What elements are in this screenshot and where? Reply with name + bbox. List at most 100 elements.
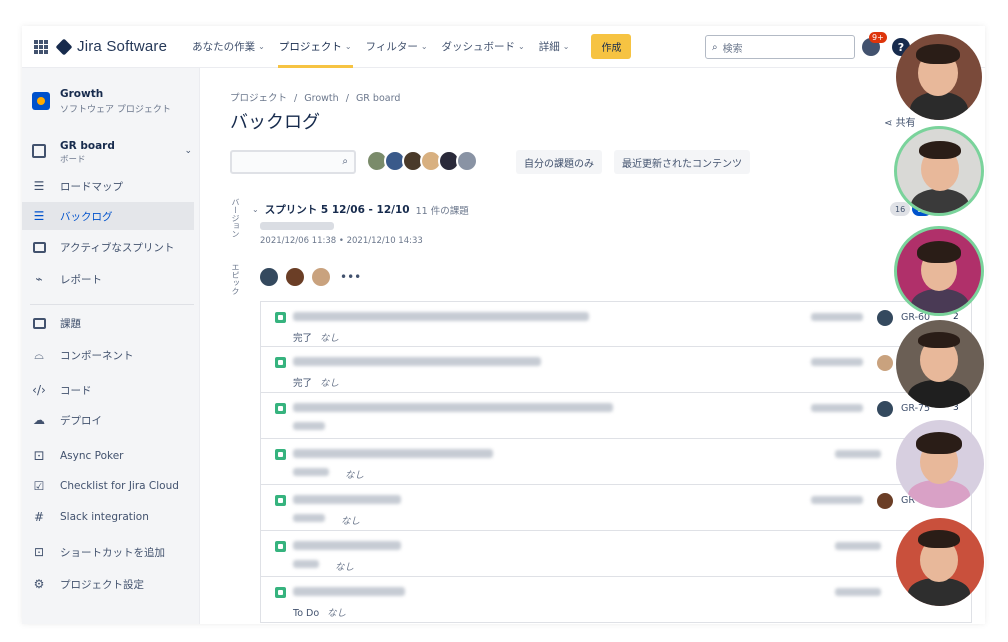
chart-icon: ⌁ — [35, 272, 43, 286]
board-icon — [32, 240, 46, 254]
avatar[interactable] — [260, 268, 278, 286]
breadcrumb-growth[interactable]: Growth — [304, 93, 338, 104]
epics-panel-toggle[interactable]: エピック — [230, 263, 241, 295]
avatar[interactable] — [877, 355, 893, 371]
sprint-dates: 2021/12/06 11:38 • 2021/12/10 14:33 — [260, 236, 423, 246]
assignee-filter — [366, 150, 478, 172]
versions-panel-toggle[interactable]: バージョン — [230, 198, 241, 238]
top-navigation: Jira Software あなたの作業 ⌄ プロジェクト ⌄ フィルター ⌄ ダッシ… — [22, 26, 985, 68]
code-icon: ‹/› — [32, 383, 46, 397]
sprint-assignees: ••• — [260, 268, 361, 286]
main-content: プロジェクト / Growth / GR board バックログ ⋖ 共有 ⌕ … — [200, 68, 985, 624]
story-points: 2 — [953, 312, 959, 322]
component-icon: ⌓ — [34, 347, 44, 362]
sidebar-item-deploy[interactable]: ☁ デプロイ — [22, 406, 194, 434]
nav-projects[interactable]: プロジェクト ⌄ — [272, 26, 359, 68]
project-type: ソフトウェア プロジェクト — [60, 105, 171, 115]
app-switcher-icon[interactable] — [34, 39, 48, 54]
avatar[interactable] — [286, 268, 304, 286]
sidebar: Growth ソフトウェア プロジェクト GR board ボード ⌄ ☰ ロード… — [22, 68, 200, 624]
avatar[interactable] — [877, 401, 893, 417]
participant-video[interactable] — [894, 126, 984, 216]
sidebar-divider — [30, 304, 194, 305]
project-header[interactable]: Growth ソフトウェア プロジェクト — [32, 88, 171, 115]
sidebar-item-checklist[interactable]: ☑ Checklist for Jira Cloud — [22, 472, 194, 500]
share-icon: ⋖ — [884, 118, 896, 129]
story-icon — [275, 357, 286, 368]
chevron-down-icon: ⌄ — [258, 42, 265, 51]
search-icon: ⌕ — [712, 41, 718, 53]
sidebar-item-issues[interactable]: 課題 — [22, 309, 194, 337]
filter-recently-updated-button[interactable]: 最近更新されたコンテンツ — [614, 150, 750, 174]
search-icon: ⌕ — [342, 156, 348, 167]
story-icon — [275, 403, 286, 414]
notification-badge: 9+ — [869, 32, 887, 43]
sidebar-item-active-sprint[interactable]: アクティブなスプリント — [22, 233, 194, 261]
nav-more[interactable]: 詳細 ⌄ — [532, 26, 577, 68]
sprint-issue-count: 11 件の課題 — [415, 205, 469, 217]
participant-video[interactable] — [896, 420, 984, 508]
sidebar-item-slack[interactable]: # Slack integration — [22, 503, 194, 531]
chevron-down-icon: ⌄ — [562, 42, 570, 51]
global-search-input[interactable]: ⌕ 検索 — [705, 35, 855, 59]
participant-video[interactable] — [896, 34, 982, 120]
table-row[interactable]: なし — [260, 439, 972, 485]
chevron-down-icon: ⌄ — [420, 42, 428, 51]
table-row[interactable]: なし GR — [260, 485, 972, 531]
story-icon — [275, 312, 286, 323]
filter-my-issues-button[interactable]: 自分の課題のみ — [516, 150, 602, 174]
chevron-down-icon: ⌄ — [518, 42, 525, 51]
more-icon[interactable]: ••• — [340, 270, 361, 284]
slack-icon: # — [33, 510, 45, 524]
breadcrumb: プロジェクト / Growth / GR board — [230, 93, 401, 104]
jira-logo[interactable]: Jira Software — [55, 38, 167, 55]
board-selector[interactable]: GR board ボード ⌄ — [32, 140, 192, 165]
sprint-name: スプリント 5 12/06 - 12/10 — [264, 204, 410, 216]
board-type: ボード — [60, 155, 86, 165]
avatar[interactable] — [877, 310, 893, 326]
create-button[interactable]: 作成 — [591, 34, 632, 59]
participant-video[interactable] — [894, 226, 984, 316]
table-row[interactable]: 完了 なし GR-60 2 — [260, 301, 972, 347]
sidebar-item-components[interactable]: ⌓ コンポーネント — [22, 341, 194, 369]
sidebar-item-project-settings[interactable]: ⚙ プロジェクト設定 — [22, 570, 194, 598]
sidebar-item-roadmap[interactable]: ☰ ロードマップ — [22, 172, 194, 200]
page-title: バックログ — [230, 112, 320, 133]
sprint-header[interactable]: ⌄ スプリント 5 12/06 - 12/10 11 件の課題 — [252, 202, 469, 217]
sidebar-item-add-shortcut[interactable]: ⊡ ショートカットを追加 — [22, 538, 194, 566]
chevron-down-icon: ⌄ — [344, 42, 352, 51]
breadcrumb-projects[interactable]: プロジェクト — [230, 93, 287, 104]
avatar[interactable] — [312, 268, 330, 286]
table-row[interactable]: 完了 なし — [260, 347, 972, 393]
sidebar-item-async-poker[interactable]: ⚀ Async Poker — [22, 442, 194, 470]
checklist-icon: ☑ — [33, 479, 45, 493]
poker-icon: ⚀ — [33, 449, 45, 463]
sprint-goal-blurred — [260, 222, 334, 230]
deploy-icon: ☁ — [33, 413, 45, 427]
table-row[interactable]: To Do なし — [260, 577, 972, 623]
story-icon — [275, 495, 286, 506]
participant-video[interactable] — [896, 320, 984, 408]
chevron-down-icon: ⌄ — [184, 146, 192, 156]
issues-icon — [32, 316, 46, 330]
gear-icon: ⚙ — [33, 577, 45, 591]
nav-dashboards[interactable]: ダッシュボード ⌄ — [435, 26, 532, 68]
issue-list: 完了 なし GR-60 2 完了 なし GR-75 3 なし なし なし To … — [260, 301, 972, 623]
project-avatar-icon — [32, 92, 50, 110]
sidebar-item-reports[interactable]: ⌁ レポート — [22, 265, 194, 293]
backlog-search-input[interactable]: ⌕ — [230, 150, 356, 174]
table-row[interactable]: GR-75 3 — [260, 393, 972, 439]
nav-menu: あなたの作業 ⌄ プロジェクト ⌄ フィルター ⌄ ダッシュボード ⌄ 詳細 ⌄ 作成 — [185, 26, 638, 68]
avatar[interactable] — [456, 150, 478, 172]
sidebar-item-backlog[interactable]: ☰ バックログ — [22, 202, 194, 230]
nav-filters[interactable]: フィルター ⌄ — [359, 26, 435, 68]
backlog-icon: ☰ — [33, 209, 45, 223]
story-icon — [275, 587, 286, 598]
table-row[interactable]: なし — [260, 531, 972, 577]
story-icon — [275, 449, 286, 460]
participant-video[interactable] — [896, 518, 984, 606]
avatar[interactable] — [877, 493, 893, 509]
sidebar-item-code[interactable]: ‹/› コード — [22, 376, 194, 404]
nav-your-work[interactable]: あなたの作業 ⌄ — [185, 26, 272, 68]
breadcrumb-gr-board[interactable]: GR board — [356, 93, 400, 104]
